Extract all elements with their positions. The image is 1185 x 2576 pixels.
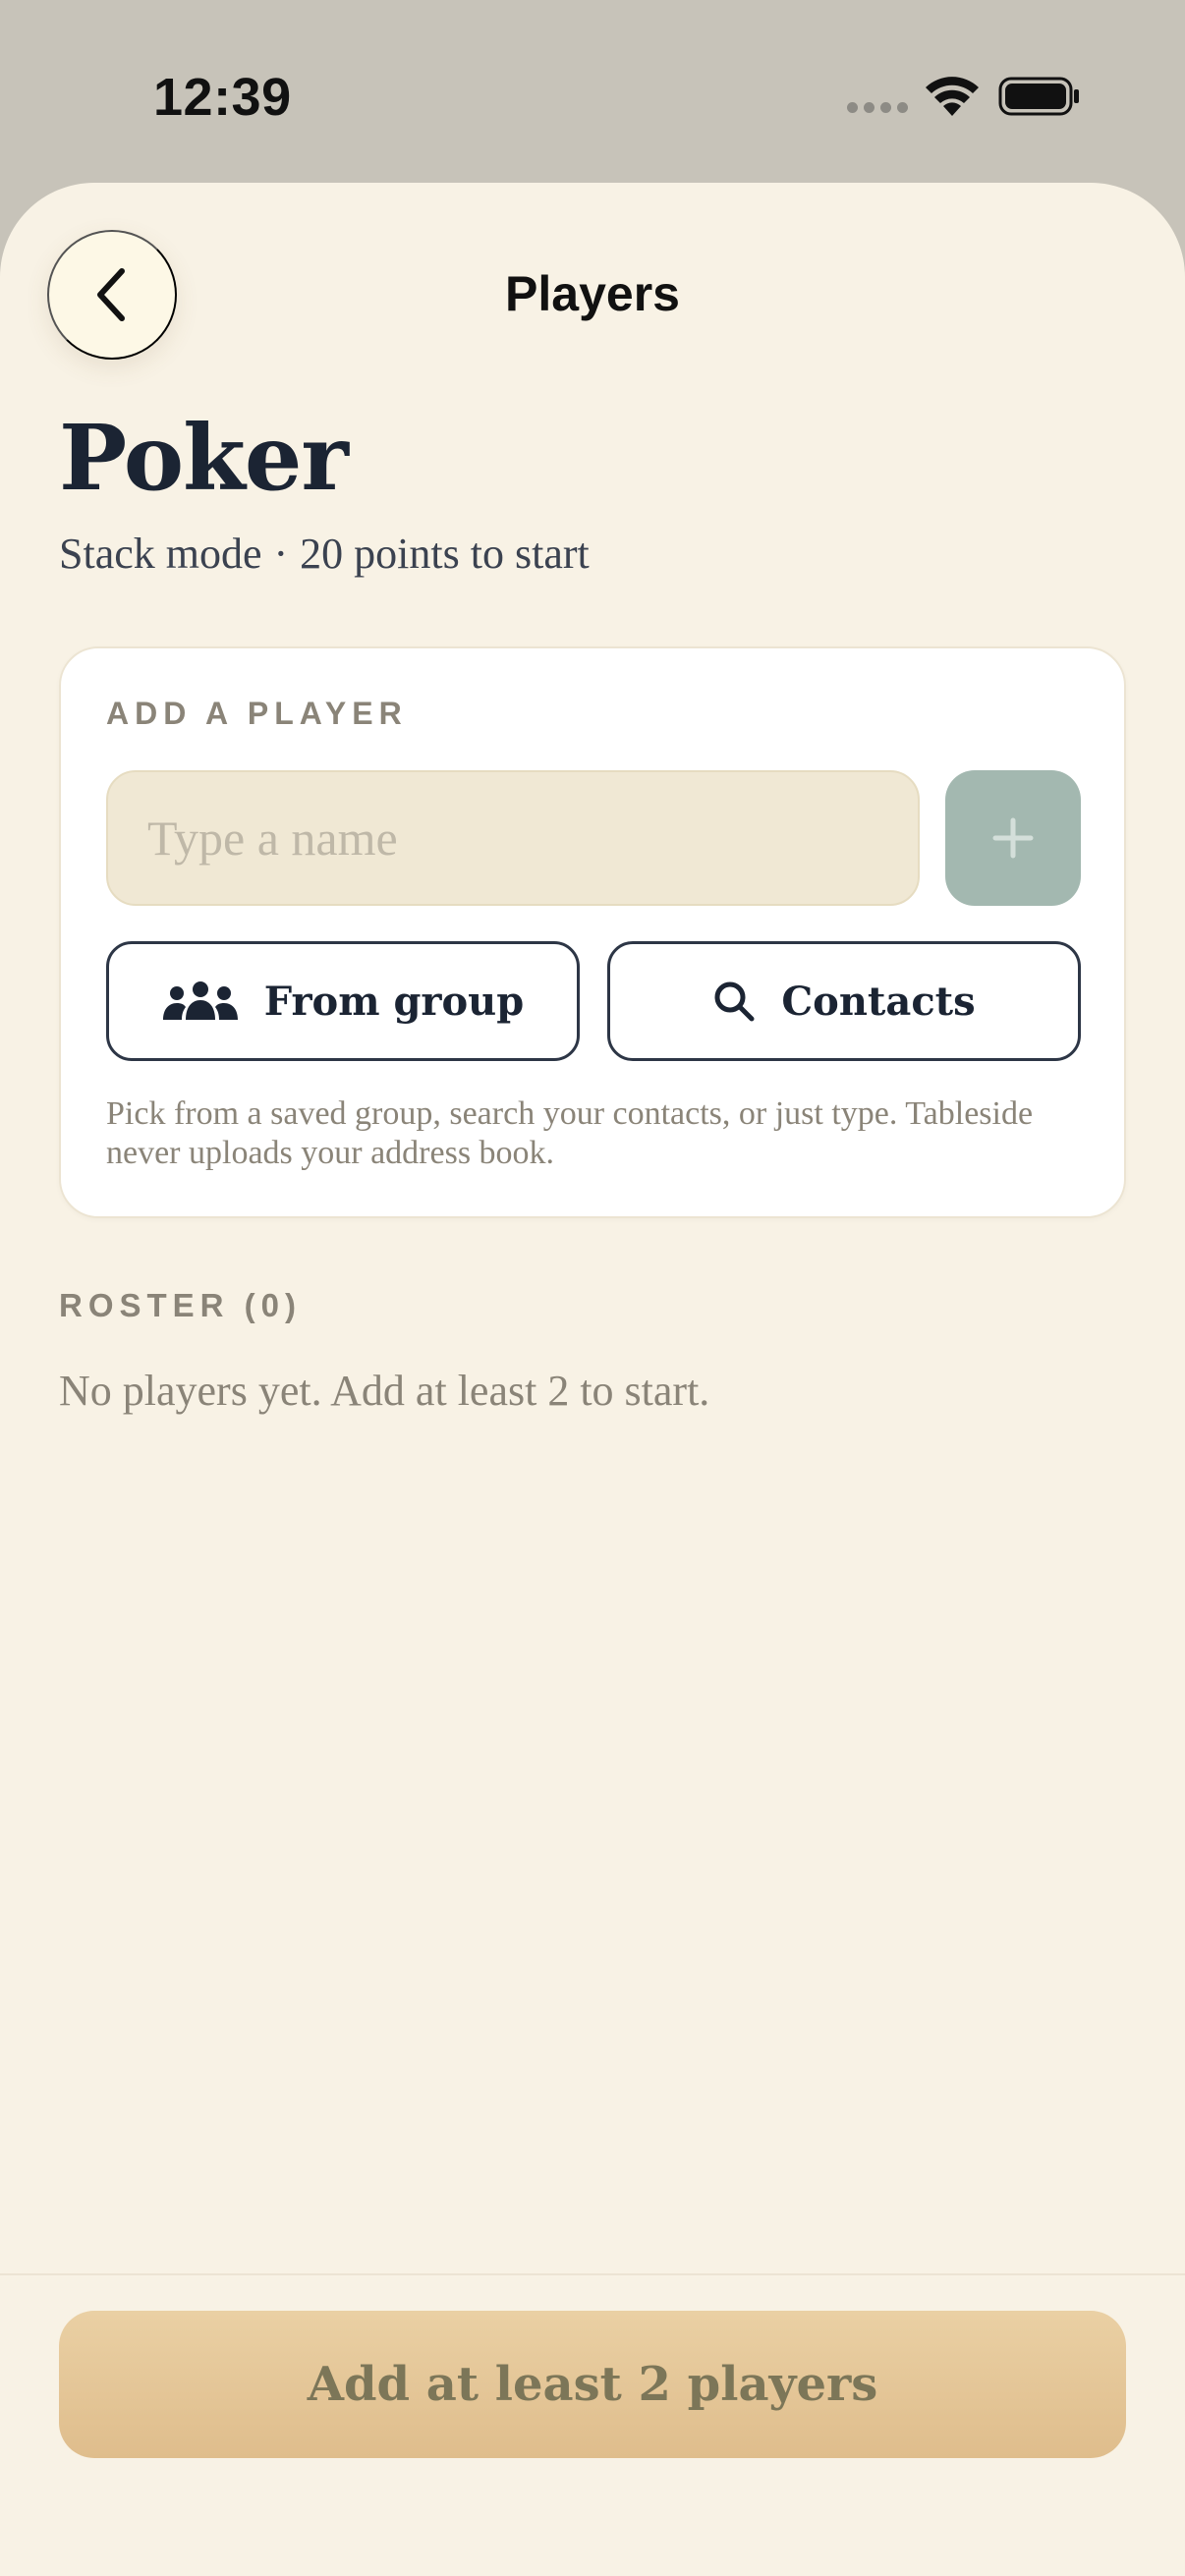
cellular-signal-icon (847, 102, 908, 116)
start-game-button[interactable]: Add at least 2 players (59, 2311, 1126, 2458)
contacts-label: Contacts (781, 978, 976, 1025)
from-group-label: From group (263, 978, 525, 1025)
players-sheet: Players Poker Stack mode · 20 points to st… (0, 183, 1185, 2576)
roster-label: ROSTER (0) (59, 1287, 303, 1323)
status-bar: 12:39 (0, 0, 1185, 183)
game-subtitle: Stack mode · 20 points to start (59, 529, 590, 579)
wifi-icon (926, 77, 979, 116)
add-player-card: ADD A PLAYER From group Contacts (59, 646, 1126, 1218)
page-title: Poker (59, 405, 349, 511)
search-icon (714, 981, 755, 1022)
start-points: 20 points to start (300, 530, 590, 578)
game-mode: Stack mode (59, 530, 262, 578)
roster-empty-message: No players yet. Add at least 2 to start. (59, 1367, 710, 1415)
divider (0, 2273, 1185, 2275)
battery-icon (998, 77, 1079, 116)
start-game-label: Add at least 2 players (307, 2357, 878, 2412)
from-group-button[interactable]: From group (106, 941, 580, 1061)
nav-title: Players (505, 266, 680, 321)
separator: · (273, 530, 289, 578)
people-icon (162, 981, 238, 1020)
contacts-button[interactable]: Contacts (607, 941, 1081, 1061)
plus-icon (992, 817, 1034, 859)
add-player-label: ADD A PLAYER (106, 696, 408, 731)
player-name-input[interactable] (106, 770, 920, 906)
add-player-button[interactable] (945, 770, 1081, 906)
status-time: 12:39 (153, 68, 292, 127)
add-player-hint: Pick from a saved group, search your con… (106, 1095, 1034, 1171)
